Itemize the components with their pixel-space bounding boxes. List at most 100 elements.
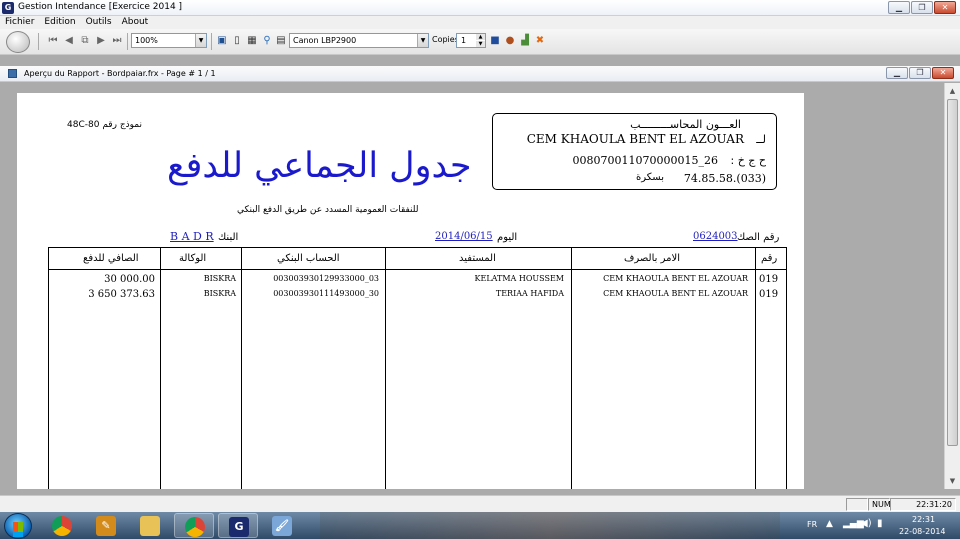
copy-icon[interactable]: ⧉ — [78, 34, 92, 48]
menu-fichier[interactable]: Fichier — [0, 16, 39, 29]
taskbar-chrome[interactable] — [42, 513, 82, 538]
close-button[interactable]: ✕ — [934, 1, 956, 14]
windows-logo-icon — [13, 522, 23, 532]
taskbar-chrome-2[interactable] — [174, 513, 214, 538]
prev-page-icon[interactable]: ◀ — [62, 34, 76, 48]
taskbar-gestion-intendance[interactable]: G — [218, 513, 258, 538]
export-icon[interactable]: ● — [503, 34, 517, 48]
menu-outils[interactable]: Outils — [81, 16, 117, 29]
taskbar-explorer[interactable] — [130, 513, 170, 538]
restore-button[interactable]: ❐ — [911, 1, 933, 14]
minimize-button[interactable]: ▁ — [888, 1, 910, 14]
volume-icon[interactable]: ◀) — [860, 518, 872, 529]
office-orb-button[interactable] — [6, 31, 30, 53]
cell-compte: 003003930111493000_30 — [273, 289, 379, 298]
zoom-icon[interactable]: ⚲ — [260, 34, 274, 48]
cell-compte: 003003930129933000_03 — [273, 274, 379, 283]
toolbar-separator — [38, 33, 39, 50]
gestion-app-icon: G — [229, 517, 249, 537]
model-number: نموذج رقم 80-48C — [67, 120, 142, 130]
preview-close-button[interactable]: ✕ — [932, 67, 954, 79]
spin-down-icon[interactable]: ▼ — [476, 41, 485, 47]
minimize-icon: ▁ — [895, 3, 903, 12]
scroll-thumb[interactable] — [947, 99, 958, 446]
col-header-compte: الحساب البنكي — [277, 253, 340, 264]
window-title: Gestion Intendance [Exercice 2014 ] — [18, 2, 183, 12]
accountant-title: العـــون المحاســـــــــب — [630, 118, 741, 131]
taskbar-paint[interactable]: 🖌 — [262, 513, 302, 538]
save-icon[interactable]: ■ — [488, 34, 502, 48]
report-subtitle: للنفقات العمومية المسدد عن طريق الدفع ال… — [237, 205, 419, 215]
account-prefix: ح ج خ : — [730, 154, 767, 167]
preview-minimize-button[interactable]: ▁ — [886, 67, 908, 79]
cell-num: 019 — [759, 274, 779, 285]
printer-select[interactable]: Canon LBP2900 ▼ — [289, 33, 429, 48]
clock-time[interactable]: 22:31 — [912, 515, 935, 524]
accountant-prefix: لــ — [756, 133, 766, 146]
chrome-icon — [52, 516, 72, 536]
vertical-scrollbar[interactable]: ▲ ▼ — [944, 83, 960, 489]
scroll-down-icon[interactable]: ▼ — [946, 474, 959, 488]
col-header-agence: الوكالة — [179, 253, 207, 264]
city-name: بسكرة — [636, 172, 664, 183]
language-indicator[interactable]: FR — [807, 520, 817, 529]
report-canvas: نموذج رقم 80-48C العـــون المحاســــــــ… — [0, 83, 944, 489]
spin-up-icon[interactable]: ▲ — [476, 34, 485, 40]
date-value: 2014/06/15 — [435, 231, 493, 242]
copies-label: Copies — [432, 35, 459, 44]
start-button[interactable] — [4, 513, 32, 539]
col-header-net: الصافي للدفع — [83, 253, 139, 264]
scroll-up-icon[interactable]: ▲ — [946, 84, 959, 98]
copies-stepper[interactable]: 1 ▲ ▼ — [456, 33, 486, 48]
menu-about[interactable]: About — [117, 16, 154, 29]
battery-icon[interactable]: ▮ — [877, 518, 883, 529]
two-pages-icon[interactable]: ▯ — [230, 34, 244, 48]
copies-value: 1 — [461, 36, 467, 45]
close-icon: ✕ — [941, 3, 949, 12]
restore-icon: ❐ — [916, 68, 924, 77]
zoom-value: 100% — [135, 36, 158, 45]
phone-number: (033).74.85.58 — [683, 172, 766, 185]
first-page-icon[interactable]: ⏮ — [46, 34, 60, 48]
chevron-down-icon: ▼ — [417, 34, 428, 47]
taskbar-app-2[interactable]: ✎ — [86, 513, 126, 538]
clock-date[interactable]: 22-08-2014 — [899, 527, 946, 536]
minimize-icon: ▁ — [893, 68, 901, 77]
print-icon[interactable]: ▟ — [518, 34, 532, 48]
bank-label: البنك — [218, 232, 239, 243]
folder-icon — [140, 516, 160, 536]
next-page-icon[interactable]: ▶ — [94, 34, 108, 48]
cheque-label: رقم الصك — [737, 232, 780, 243]
app-title-bar: G Gestion Intendance [Exercice 2014 ] ▁ … — [0, 0, 960, 16]
cell-net: 30 000.00 — [104, 274, 155, 285]
preview-toolbar: ⏮ ◀ ⧉ ▶ ⏭ 100% ▼ ▣ ▯ ▦ ⚲ ▤ Canon LBP2900… — [0, 29, 960, 55]
report-page: نموذج رقم 80-48C العـــون المحاســــــــ… — [17, 93, 804, 489]
preview-window-bar: Aperçu du Rapport - Bordpaiar.frx - Page… — [0, 66, 960, 82]
show-hidden-icons-icon[interactable]: ▲ — [826, 519, 833, 529]
chrome-icon — [185, 517, 205, 537]
close-icon: ✕ — [939, 68, 947, 77]
cell-num: 019 — [759, 289, 779, 300]
close-preview-icon[interactable]: ✖ — [533, 34, 547, 48]
cell-beneficiaire: TERIAA HAFIDA — [495, 289, 564, 298]
toolbar-separator — [127, 33, 128, 50]
status-time: 22:31:20 — [890, 498, 956, 511]
zoom-select[interactable]: 100% ▼ — [131, 33, 207, 48]
cell-agence: BISKRA — [203, 274, 236, 283]
col-header-num: رقم — [761, 253, 778, 264]
multi-pages-icon[interactable]: ▦ — [245, 34, 259, 48]
cell-agence: BISKRA — [203, 289, 236, 298]
payment-table: رقم الامر بالصرف المستفيد الحساب البنكي … — [48, 247, 787, 489]
account-number: 008070011070000015_26 — [572, 154, 718, 167]
restore-icon: ❐ — [918, 3, 926, 12]
col-header-ordonnateur: الامر بالصرف — [624, 253, 680, 264]
page-setup-icon[interactable]: ▤ — [274, 34, 288, 48]
single-page-icon[interactable]: ▣ — [215, 34, 229, 48]
app-logo-icon: G — [2, 2, 14, 14]
menu-edition[interactable]: Edition — [39, 16, 80, 29]
toolbar-separator — [211, 33, 212, 50]
last-page-icon[interactable]: ⏭ — [110, 34, 124, 48]
cheque-value: 0624003 — [693, 231, 738, 242]
preview-window-title: Aperçu du Rapport - Bordpaiar.frx - Page… — [24, 69, 216, 78]
preview-restore-button[interactable]: ❐ — [909, 67, 931, 79]
